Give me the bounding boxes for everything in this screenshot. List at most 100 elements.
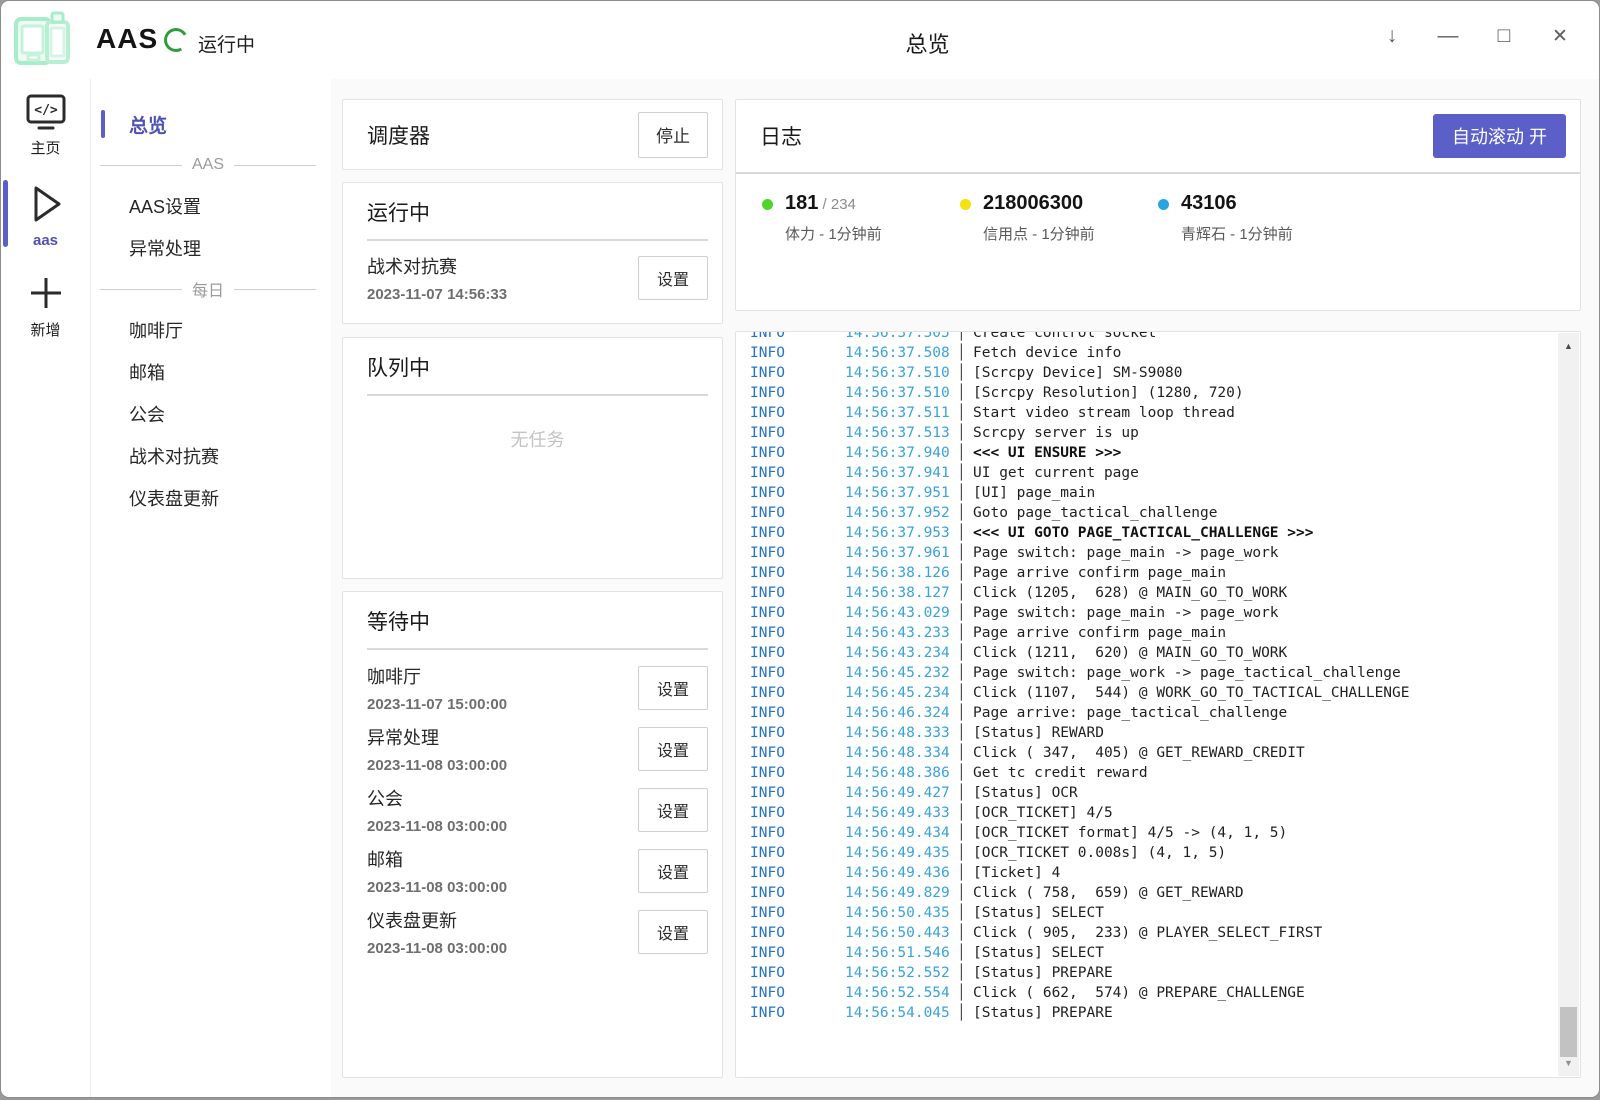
stop-button[interactable]: 停止	[638, 112, 708, 158]
log-line: INFO14:56:37.952│Goto page_tactical_chal…	[750, 503, 1556, 523]
log-level: INFO	[750, 503, 845, 523]
log-separator: │	[957, 783, 973, 803]
log-message: [Status] SELECT	[973, 943, 1556, 963]
rail-item-label: 主页	[1, 137, 90, 158]
log-timestamp: 14:56:37.511	[845, 403, 957, 423]
log-timestamp: 14:56:49.436	[845, 863, 957, 883]
rail-item-new[interactable]: 新增	[1, 259, 90, 350]
waiting-settings-button[interactable]: 设置	[638, 727, 708, 771]
section-label: AAS	[182, 156, 234, 174]
section-line	[234, 165, 316, 166]
stat-label: 信用点 - 1分钟前	[983, 223, 1095, 244]
running-task-row: 战术对抗赛 2023-11-07 14:56:33 设置	[367, 253, 708, 303]
log-level: INFO	[750, 1003, 845, 1023]
log-level: INFO	[750, 363, 845, 383]
running-settings-button[interactable]: 设置	[638, 256, 708, 300]
waiting-title: 等待中	[367, 606, 708, 636]
waiting-task-info: 异常处理2023-11-08 03:00:00	[367, 724, 638, 774]
log-separator: │	[957, 523, 973, 543]
waiting-settings-button[interactable]: 设置	[638, 910, 708, 954]
scroll-down-icon[interactable]: ▼	[1558, 1054, 1579, 1072]
window-controls: ↓ — □ ✕	[1371, 15, 1581, 57]
log-timestamp: 14:56:49.829	[845, 883, 957, 903]
log-timestamp: 14:56:48.386	[845, 763, 957, 783]
log-level: INFO	[750, 723, 845, 743]
rail-item-aas[interactable]: aas	[1, 168, 90, 259]
log-level: INFO	[750, 423, 845, 443]
log-line: INFO14:56:54.045│[Status] PREPARE	[750, 1003, 1556, 1023]
log-level: INFO	[750, 463, 845, 483]
log-separator: │	[957, 383, 973, 403]
menu-item-仪表盘更新[interactable]: 仪表盘更新	[92, 477, 331, 519]
waiting-settings-button[interactable]: 设置	[638, 849, 708, 893]
log-line: INFO14:56:37.940│<<< UI ENSURE >>>	[750, 443, 1556, 463]
log-line: INFO14:56:37.505│Create control socket	[750, 331, 1556, 343]
queue-card: 队列中 无任务	[342, 337, 723, 579]
log-line: INFO14:56:46.324│Page arrive: page_tacti…	[750, 703, 1556, 723]
log-lines: INFO14:56:37.505│Create control socket IN…	[736, 331, 1556, 1077]
log-level: INFO	[750, 783, 845, 803]
scheduler-status-text: 运行中	[198, 30, 255, 57]
menu-item-战术对抗赛[interactable]: 战术对抗赛	[92, 435, 331, 477]
log-scrollbar[interactable]: ▲ ▼	[1558, 333, 1579, 1076]
log-line: INFO14:56:49.427│[Status] OCR	[750, 783, 1556, 803]
log-separator: │	[957, 683, 973, 703]
log-timestamp: 14:56:49.435	[845, 843, 957, 863]
maximize-button[interactable]: □	[1483, 15, 1525, 57]
waiting-task-row: 咖啡厅2023-11-07 15:00:00设置	[367, 664, 708, 711]
log-separator: │	[957, 703, 973, 723]
log-separator: │	[957, 583, 973, 603]
menu-item-label: 异常处理	[129, 235, 201, 261]
log-timestamp: 14:56:50.443	[845, 923, 957, 943]
log-level: INFO	[750, 483, 845, 503]
code-monitor-icon: </>	[24, 103, 68, 120]
log-separator: │	[957, 743, 973, 763]
waiting-task-info: 仪表盘更新2023-11-08 03:00:00	[367, 907, 638, 957]
log-separator: │	[957, 403, 973, 423]
log-message: [Scrcpy Resolution] (1280, 720)	[973, 383, 1556, 403]
log-level: INFO	[750, 603, 845, 623]
log-message: Scrcpy server is up	[973, 423, 1556, 443]
menu-item-总览[interactable]: 总览	[92, 103, 331, 145]
rail-item-label: 新增	[1, 319, 90, 340]
waiting-task-name: 异常处理	[367, 724, 638, 750]
log-line: INFO14:56:48.334│Click ( 347, 405) @ GET…	[750, 743, 1556, 763]
log-timestamp: 14:56:37.951	[845, 483, 957, 503]
menu-item-异常处理[interactable]: 异常处理	[92, 227, 331, 269]
log-separator: │	[957, 943, 973, 963]
log-line: INFO14:56:52.554│Click ( 662, 574) @ PRE…	[750, 983, 1556, 1003]
stat-texts: 218006300信用点 - 1分钟前	[983, 192, 1095, 244]
close-button[interactable]: ✕	[1539, 15, 1581, 57]
scrollbar-thumb[interactable]	[1560, 1007, 1577, 1057]
menu-section-AAS: AAS	[92, 145, 331, 185]
autoscroll-toggle-button[interactable]: 自动滚动 开	[1433, 114, 1566, 158]
scroll-up-icon[interactable]: ▲	[1558, 337, 1579, 355]
menu-item-邮箱[interactable]: 邮箱	[92, 351, 331, 393]
play-icon	[26, 195, 66, 212]
log-separator: │	[957, 803, 973, 823]
log-separator: │	[957, 503, 973, 523]
waiting-settings-button[interactable]: 设置	[638, 788, 708, 832]
log-message: [OCR_TICKET] 4/5	[973, 803, 1556, 823]
section-line	[100, 289, 182, 290]
menu-item-公会[interactable]: 公会	[92, 393, 331, 435]
stat-value: 181 / 234	[785, 192, 882, 215]
stat-dot-icon	[1158, 199, 1169, 210]
svg-text:</>: </>	[34, 103, 58, 118]
log-level: INFO	[750, 743, 845, 763]
menu-item-label: 咖啡厅	[129, 317, 183, 343]
log-separator: │	[957, 543, 973, 563]
log-message: Page switch: page_main -> page_work	[973, 543, 1556, 563]
log-separator: │	[957, 443, 973, 463]
log-timestamp: 14:56:48.334	[845, 743, 957, 763]
menu-item-咖啡厅[interactable]: 咖啡厅	[92, 309, 331, 351]
arrow-down-button[interactable]: ↓	[1371, 15, 1413, 57]
rail-item-home[interactable]: </> 主页	[1, 79, 90, 168]
minimize-button[interactable]: —	[1427, 15, 1469, 57]
menu-item-AAS设置[interactable]: AAS设置	[92, 185, 331, 227]
log-level: INFO	[750, 683, 845, 703]
waiting-settings-button[interactable]: 设置	[638, 666, 708, 710]
log-separator: │	[957, 603, 973, 623]
stat-total: / 234	[818, 196, 856, 213]
log-line: INFO14:56:48.386│Get tc credit reward	[750, 763, 1556, 783]
